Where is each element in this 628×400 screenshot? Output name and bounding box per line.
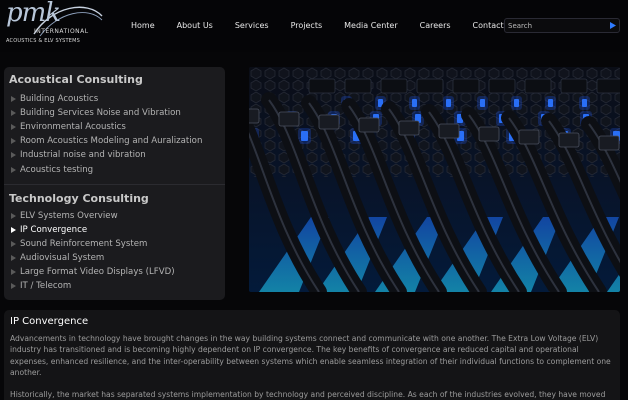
- content-paragraph-2: Historically, the market has separated s…: [10, 390, 606, 400]
- sidebar-item-building-acoustics[interactable]: Building Acoustics: [4, 92, 225, 106]
- switch-port: [308, 78, 336, 94]
- port-led-halo: [409, 96, 420, 110]
- switch-port: [560, 78, 588, 94]
- main-nav: Home About Us Services Projects Media Ce…: [120, 17, 519, 35]
- sidebar-item-acoustics-testing[interactable]: Acoustics testing: [4, 162, 225, 176]
- sidebar-item-label: Room Acoustics Modeling and Auralization: [20, 136, 203, 147]
- cable-connector: [398, 120, 420, 136]
- page-title: IP Convergence: [10, 316, 89, 327]
- sidebar-item-label: Environmental Acoustics: [20, 122, 126, 133]
- content-panel: IP Convergence Advancements in technolog…: [4, 310, 620, 400]
- cable-connector: [249, 108, 260, 124]
- sidebar-item-label: Acoustics testing: [20, 164, 94, 175]
- nav-projects[interactable]: Projects: [280, 17, 334, 35]
- section-title-technology-consulting[interactable]: Technology Consulting: [4, 183, 225, 209]
- chevron-right-icon: [11, 226, 16, 233]
- chevron-right-icon: [11, 212, 16, 219]
- sidebar-item-label: Audiovisual System: [20, 252, 105, 263]
- nav-home[interactable]: Home: [120, 17, 166, 35]
- sidebar-item-lfvd[interactable]: Large Format Video Displays (LFVD): [4, 265, 225, 279]
- switch-port: [596, 78, 620, 94]
- cable-connector: [358, 117, 380, 133]
- cable-connector: [518, 129, 540, 145]
- sidebar-item-room-acoustics[interactable]: Room Acoustics Modeling and Auralization: [4, 134, 225, 148]
- pmk-logo[interactable]: pmk INTERNATIONAL ACOUSTICS & ELV SYSTEM…: [4, 0, 104, 50]
- switch-port: [416, 78, 444, 94]
- chevron-right-icon: [11, 138, 16, 145]
- sidebar-item-label: Building Services Noise and Vibration: [20, 108, 181, 119]
- chevron-right-icon: [11, 283, 16, 290]
- cable-connector: [598, 135, 620, 151]
- content-paragraph-1: Advancements in technology have brought …: [10, 334, 611, 377]
- sidebar-item-it-telecom[interactable]: IT / Telecom: [4, 279, 225, 293]
- switch-port: [452, 78, 480, 94]
- cable-connector: [478, 126, 500, 142]
- chevron-right-icon: [11, 124, 16, 131]
- cable-connector: [318, 114, 340, 130]
- switch-port: [380, 78, 408, 94]
- chevron-right-icon: [11, 166, 16, 173]
- chevron-right-icon: [11, 110, 16, 117]
- nav-services[interactable]: Services: [224, 17, 280, 35]
- port-led-halo: [477, 96, 488, 110]
- nav-media-center[interactable]: Media Center: [333, 17, 409, 35]
- sidebar-item-label: ELV Systems Overview: [20, 210, 118, 221]
- port-led-halo: [579, 96, 590, 110]
- chevron-right-icon: [11, 268, 16, 275]
- cable-connector: [438, 123, 460, 139]
- sidebar-item-label: Building Acoustics: [20, 94, 99, 105]
- port-led-halo: [298, 128, 311, 144]
- section-title-acoustical-consulting[interactable]: Acoustical Consulting: [4, 71, 225, 89]
- chevron-right-icon: [11, 254, 16, 261]
- sidebar-item-label: IT / Telecom: [20, 281, 72, 292]
- sidebar-item-environmental-acoustics[interactable]: Environmental Acoustics: [4, 120, 225, 134]
- nav-about-us[interactable]: About Us: [166, 17, 224, 35]
- chevron-right-icon: [11, 96, 16, 103]
- port-led-halo: [545, 96, 556, 110]
- search-box: [504, 18, 620, 33]
- chevron-right-icon: [11, 240, 16, 247]
- sidebar-item-ip-convergence[interactable]: IP Convergence: [4, 223, 225, 237]
- services-sidebar: Acoustical Consulting Building Acoustics…: [4, 67, 225, 300]
- network-cables-image: [249, 67, 620, 292]
- sidebar-item-label: Large Format Video Displays (LFVD): [20, 266, 175, 277]
- sidebar-item-label: Sound Reinforcement System: [20, 238, 148, 249]
- switch-port: [488, 78, 516, 94]
- sidebar-item-sound-reinforcement[interactable]: Sound Reinforcement System: [4, 237, 225, 251]
- cable-connector: [558, 132, 580, 148]
- switch-port: [344, 78, 372, 94]
- sidebar-item-label: IP Convergence: [20, 224, 88, 235]
- sidebar-item-elv-systems-overview[interactable]: ELV Systems Overview: [4, 209, 225, 223]
- search-input[interactable]: [508, 20, 604, 31]
- logo-wordmark: pmk: [6, 0, 61, 28]
- logo-tagline-2: ACOUSTICS & ELV SYSTEMS: [6, 38, 80, 44]
- sidebar-item-audiovisual-system[interactable]: Audiovisual System: [4, 251, 225, 265]
- nav-careers[interactable]: Careers: [409, 17, 462, 35]
- sidebar-item-label: Industrial noise and vibration: [20, 150, 146, 161]
- logo-tagline-1: INTERNATIONAL: [34, 28, 89, 35]
- switch-port: [524, 78, 552, 94]
- sidebar-item-industrial-noise[interactable]: Industrial noise and vibration: [4, 148, 225, 162]
- sidebar-item-building-services-noise[interactable]: Building Services Noise and Vibration: [4, 106, 225, 120]
- chevron-right-icon: [11, 152, 16, 159]
- arrow-right-icon[interactable]: [608, 21, 617, 30]
- site-header: pmk INTERNATIONAL ACOUSTICS & ELV SYSTEM…: [0, 0, 628, 52]
- port-led-halo: [443, 96, 454, 110]
- port-led-halo: [511, 96, 522, 110]
- cable-connector: [278, 111, 300, 127]
